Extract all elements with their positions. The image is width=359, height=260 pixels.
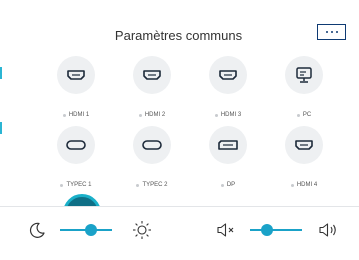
brightness-knob[interactable] — [85, 224, 97, 236]
speaker-mute-icon — [216, 222, 238, 243]
source-dp[interactable]: DP — [198, 126, 258, 188]
more-dot — [330, 31, 333, 33]
usb-c-icon — [133, 126, 171, 164]
source-label: DP — [226, 182, 236, 188]
hdmi-icon — [209, 56, 247, 94]
left-edge-indicator — [0, 122, 2, 134]
hdmi-icon — [285, 126, 323, 164]
volume-slider[interactable] — [250, 221, 302, 239]
displayport-icon — [209, 126, 247, 164]
more-options-button[interactable] — [317, 24, 346, 40]
sun-icon — [132, 220, 152, 245]
partially-visible-source[interactable] — [59, 192, 105, 206]
source-typec-1[interactable]: TYPEC 1 — [46, 126, 106, 188]
source-hdmi-4[interactable]: HDMI 4 — [274, 126, 334, 188]
source-hdmi-3[interactable]: HDMI 3 — [198, 56, 258, 118]
source-label: TYPEC 1 — [66, 182, 92, 188]
source-typec-2[interactable]: TYPEC 2 — [122, 126, 182, 188]
brightness-slider[interactable] — [60, 221, 112, 239]
source-label: TYPEC 2 — [142, 182, 168, 188]
source-label: PC — [302, 112, 312, 118]
source-circle — [63, 194, 101, 206]
source-label: HDMI 2 — [144, 112, 166, 118]
source-hdmi-2[interactable]: HDMI 2 — [122, 56, 182, 118]
moon-icon — [28, 221, 46, 244]
source-label: HDMI 1 — [68, 112, 90, 118]
monitor-icon — [285, 56, 323, 94]
source-hdmi-1[interactable]: HDMI 1 — [46, 56, 106, 118]
source-label: HDMI 3 — [220, 112, 242, 118]
source-label: HDMI 4 — [296, 182, 318, 188]
usb-c-icon — [57, 126, 95, 164]
bottom-control-bar — [0, 206, 359, 260]
hdmi-icon — [57, 56, 95, 94]
source-pc[interactable]: PC — [274, 56, 334, 118]
panel-title: Paramètres communs — [114, 28, 243, 43]
more-dot — [335, 31, 338, 33]
left-edge-indicator — [0, 67, 2, 79]
more-dot — [325, 31, 328, 33]
volume-track — [250, 229, 302, 231]
speaker-loud-icon — [318, 222, 340, 243]
volume-knob[interactable] — [261, 224, 273, 236]
hdmi-icon — [133, 56, 171, 94]
